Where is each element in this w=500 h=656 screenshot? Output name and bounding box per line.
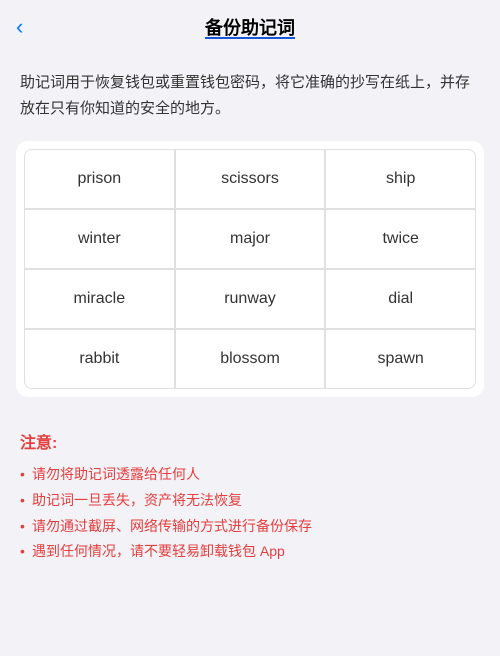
mnemonic-word-12[interactable]: spawn [325, 329, 476, 389]
note-item-2: 助记词一旦丢失，资产将无法恢复 [20, 489, 480, 513]
notes-title: 注意: [20, 429, 480, 453]
mnemonic-grid: prisonscissorsship wintermajortwice miracl… [24, 149, 476, 389]
mnemonic-word-10[interactable]: rabbit [24, 329, 175, 389]
header: ‹ 备份助记词 [0, 0, 500, 54]
description-text: 助记词用于恢复钱包或重置钱包密码，将它准确的抄写在纸上，并存放在只有你知道的安全… [0, 54, 500, 141]
mnemonic-word-4[interactable]: winter [24, 209, 175, 269]
mnemonic-word-7[interactable]: miracle [24, 269, 175, 329]
notes-section: 注意: 请勿将助记词透露给任何人助记词一旦丢失，资产将无法恢复请勿通过截屏、网络… [0, 413, 500, 582]
mnemonic-container: prisonscissorsship wintermajortwice miracl… [16, 141, 484, 397]
note-item-1: 请勿将助记词透露给任何人 [20, 463, 480, 487]
back-button[interactable]: ‹ [16, 16, 23, 38]
notes-list: 请勿将助记词透露给任何人助记词一旦丢失，资产将无法恢复请勿通过截屏、网络传输的方… [20, 463, 480, 564]
page-title: 备份助记词 [205, 14, 295, 40]
mnemonic-word-5[interactable]: major [175, 209, 326, 269]
mnemonic-word-1[interactable]: prison [24, 149, 175, 209]
mnemonic-word-2[interactable]: scissors [175, 149, 326, 209]
note-item-4: 遇到任何情况，请不要轻易卸载钱包 App [20, 540, 480, 564]
note-item-3: 请勿通过截屏、网络传输的方式进行备份保存 [20, 515, 480, 539]
mnemonic-word-6[interactable]: twice [325, 209, 476, 269]
mnemonic-word-11[interactable]: blossom [175, 329, 326, 389]
mnemonic-word-3[interactable]: ship [325, 149, 476, 209]
mnemonic-word-9[interactable]: dial [325, 269, 476, 329]
mnemonic-word-8[interactable]: runway [175, 269, 326, 329]
